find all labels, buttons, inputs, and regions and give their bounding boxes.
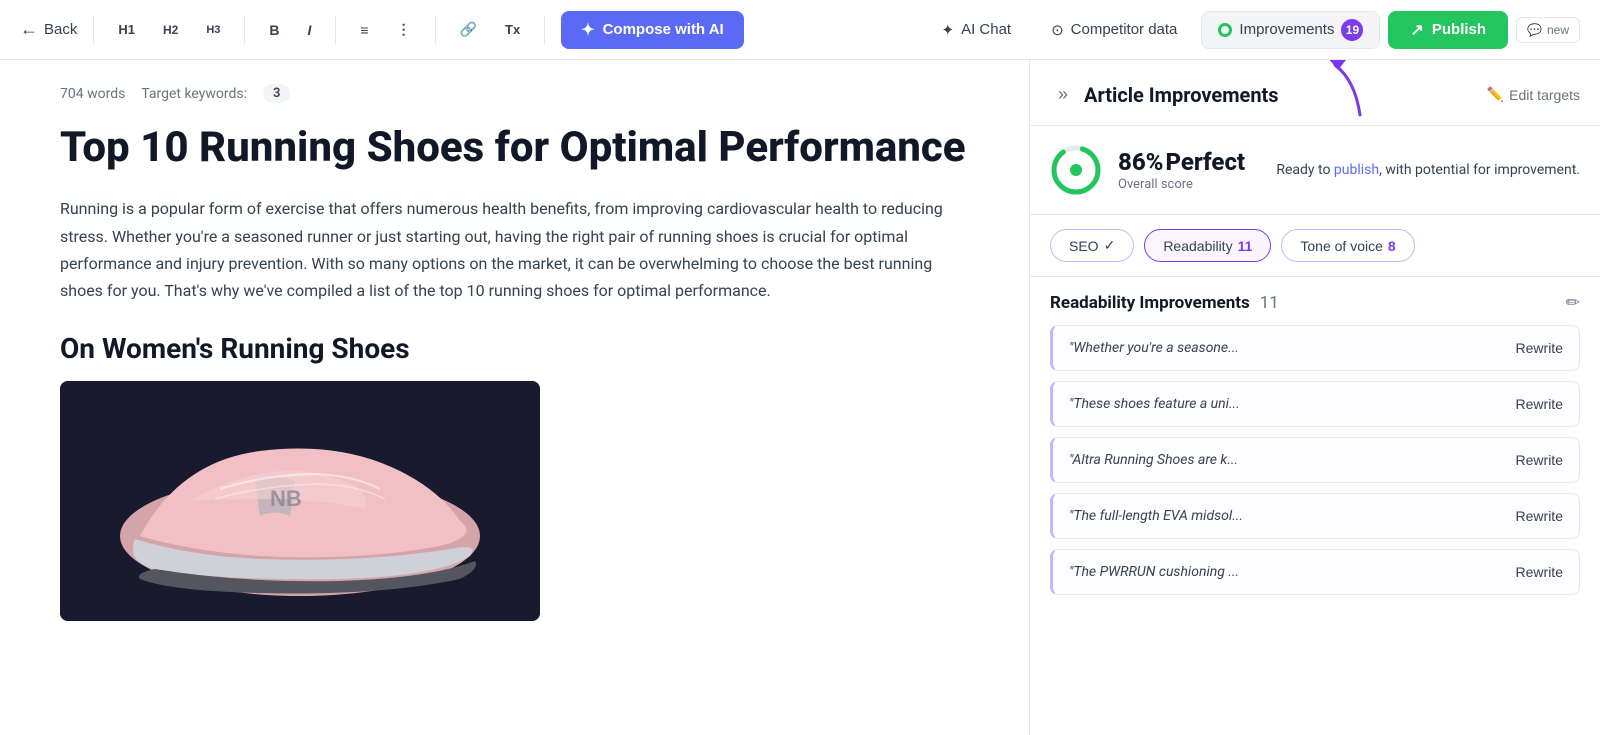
- editor-panel: 704 words Target keywords: 3 Top 10 Runn…: [0, 60, 1030, 735]
- improvement-item-1: "Whether you're a seasone... Rewrite: [1050, 325, 1580, 371]
- improvement-item-4: "The full-length EVA midsol... Rewrite: [1050, 493, 1580, 539]
- italic-button[interactable]: I: [300, 17, 320, 43]
- link-icon: 🔗: [460, 21, 477, 38]
- competitor-data-button[interactable]: ⊙ Competitor data: [1035, 13, 1193, 47]
- target-keywords-label: Target keywords:: [141, 86, 247, 102]
- bold-button[interactable]: B: [261, 17, 287, 43]
- topbar: ← Back H1 H2 H3 B I ≡ ⋮ 🔗 Tx ✦ Compose w…: [0, 0, 1600, 60]
- check-icon: ✓: [1104, 237, 1116, 254]
- improvement-quote-2: "These shoes feature a uni...: [1069, 396, 1506, 412]
- format-h3-button[interactable]: H3: [198, 19, 228, 41]
- rewrite-button-2[interactable]: Rewrite: [1516, 396, 1563, 412]
- improvement-item-2: "These shoes feature a uni... Rewrite: [1050, 381, 1580, 427]
- improvement-quote-5: "The PWRRUN cushioning ...: [1069, 564, 1506, 580]
- improvements-badge: 19: [1341, 19, 1363, 41]
- shoe-image: NB: [60, 381, 540, 621]
- score-description: Ready to publish, with potential for imp…: [1276, 160, 1580, 181]
- improvement-item-5: "The PWRRUN cushioning ... Rewrite: [1050, 549, 1580, 595]
- svg-text:NB: NB: [270, 486, 302, 511]
- sidebar-panel: » Article Improvements ✏️ Edit targets 8…: [1030, 60, 1600, 735]
- improvement-item-3: "Altra Running Shoes are k... Rewrite: [1050, 437, 1580, 483]
- rewrite-button-3[interactable]: Rewrite: [1516, 452, 1563, 468]
- link-button[interactable]: 🔗: [452, 16, 485, 43]
- separator-1: [93, 16, 94, 44]
- format-h2-button[interactable]: H2: [155, 18, 186, 42]
- improvements-section: Readability Improvements 11 ✏ "Whether y…: [1030, 277, 1600, 735]
- tab-tone-of-voice[interactable]: Tone of voice 8: [1281, 229, 1414, 262]
- sidebar-title: Article Improvements: [1084, 83, 1279, 107]
- ai-chat-icon: ✦: [941, 21, 954, 39]
- separator-2: [244, 16, 245, 44]
- improvement-quote-4: "The full-length EVA midsol...: [1069, 508, 1506, 524]
- improvements-heading-text: Readability Improvements: [1050, 293, 1250, 313]
- score-label: Overall score: [1118, 177, 1260, 192]
- collapse-icon: »: [1058, 84, 1068, 104]
- improvements-heading: Readability Improvements 11 ✏: [1050, 277, 1580, 325]
- rewrite-button-5[interactable]: Rewrite: [1516, 564, 1563, 580]
- tab-readability[interactable]: Readability 11: [1144, 229, 1271, 262]
- improvements-button[interactable]: Improvements 19: [1201, 11, 1380, 49]
- rewrite-button-4[interactable]: Rewrite: [1516, 508, 1563, 524]
- compose-ai-icon: ✦: [581, 20, 594, 40]
- rewrite-button-1[interactable]: Rewrite: [1516, 340, 1563, 356]
- score-section: 86% Perfect Overall score Ready to publi…: [1030, 126, 1600, 215]
- clear-format-icon: Tx: [505, 22, 520, 37]
- edit-improvements-icon: ✏: [1566, 293, 1580, 312]
- clear-format-button[interactable]: Tx: [497, 17, 528, 42]
- tab-seo[interactable]: SEO ✓: [1050, 229, 1134, 262]
- new-button[interactable]: 💬 new: [1516, 17, 1580, 43]
- edit-targets-button[interactable]: ✏️ Edit targets: [1487, 86, 1580, 103]
- sidebar-header: » Article Improvements ✏️ Edit targets: [1030, 60, 1600, 126]
- tab-readability-count: 11: [1238, 238, 1253, 254]
- improvements-dot-icon: [1218, 23, 1232, 37]
- tab-tone-label: Tone of voice: [1300, 238, 1383, 254]
- article-h2: On Women's Running Shoes: [60, 332, 969, 365]
- tab-tone-count: 8: [1388, 238, 1396, 254]
- improvement-quote-1: "Whether you're a seasone...: [1069, 340, 1506, 356]
- unordered-list-icon: ⋮: [397, 21, 411, 38]
- score-suffix: Perfect: [1165, 148, 1245, 176]
- tabs-row: SEO ✓ Readability 11 Tone of voice 8: [1030, 215, 1600, 277]
- back-button[interactable]: ← Back: [20, 19, 77, 40]
- ordered-list-icon: ≡: [360, 22, 368, 38]
- tab-readability-label: Readability: [1163, 238, 1232, 254]
- competitor-icon: ⊙: [1051, 21, 1064, 39]
- topbar-right: ✦ AI Chat ⊙ Competitor data Improvements…: [925, 11, 1580, 49]
- back-label: Back: [44, 21, 77, 38]
- main-area: 704 words Target keywords: 3 Top 10 Runn…: [0, 60, 1600, 735]
- collapse-sidebar-button[interactable]: »: [1050, 78, 1076, 111]
- publish-icon: ↗: [1410, 20, 1423, 40]
- chat-icon: 💬: [1527, 23, 1542, 37]
- score-percent: 86%: [1118, 148, 1163, 176]
- unordered-list-button[interactable]: ⋮: [389, 16, 419, 43]
- article-title: Top 10 Running Shoes for Optimal Perform…: [60, 123, 969, 173]
- edit-improvements-button[interactable]: ✏: [1566, 293, 1580, 313]
- edit-icon: ✏️: [1487, 86, 1504, 103]
- separator-5: [544, 16, 545, 44]
- article-body: Running is a popular form of exercise th…: [60, 195, 969, 304]
- keyword-badge: 3: [263, 84, 290, 103]
- word-count-bar: 704 words Target keywords: 3: [60, 84, 969, 103]
- publish-button[interactable]: ↗ Publish: [1388, 11, 1508, 49]
- improvements-count: 11: [1260, 293, 1279, 313]
- compose-ai-button[interactable]: ✦ Compose with AI: [561, 11, 744, 49]
- separator-4: [435, 16, 436, 44]
- word-count: 704 words: [60, 86, 125, 102]
- score-donut-chart: [1050, 144, 1102, 196]
- ai-chat-button[interactable]: ✦ AI Chat: [925, 13, 1027, 47]
- format-h1-button[interactable]: H1: [110, 17, 143, 42]
- improvement-quote-3: "Altra Running Shoes are k...: [1069, 452, 1506, 468]
- score-text-block: 86% Perfect Overall score: [1118, 148, 1260, 192]
- separator-3: [335, 16, 336, 44]
- ordered-list-button[interactable]: ≡: [352, 17, 376, 43]
- back-arrow-icon: ←: [20, 19, 38, 40]
- tab-seo-label: SEO: [1069, 238, 1099, 254]
- publish-link[interactable]: publish: [1334, 162, 1379, 178]
